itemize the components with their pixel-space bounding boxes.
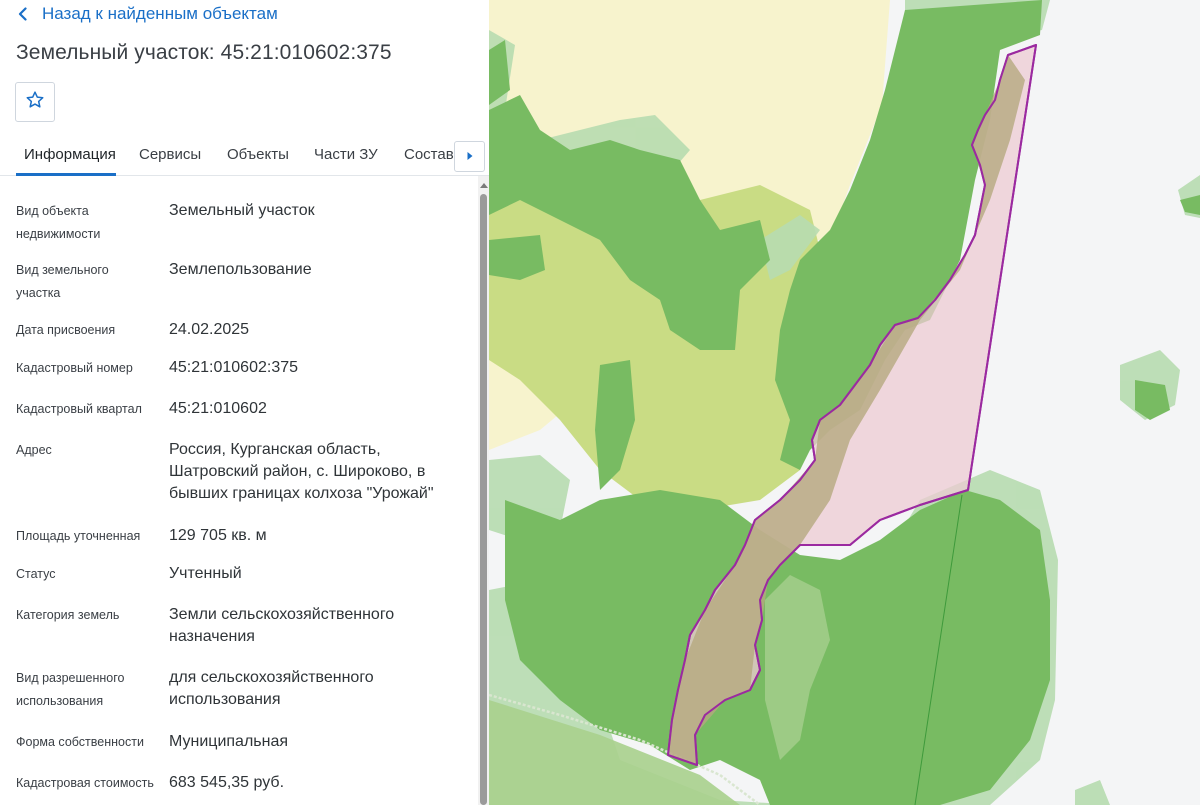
field-value: Муниципальная: [169, 733, 289, 750]
field-label: Площадь уточненная: [16, 529, 141, 543]
field-value: 24.02.2025: [169, 321, 250, 338]
chevron-left-icon: [16, 7, 30, 21]
info-panel: Назад к найденным объектам Земельный уча…: [0, 0, 489, 805]
field-label: Кадастровый номер: [16, 361, 133, 375]
field-label: Категория земель: [16, 608, 120, 622]
favorite-button[interactable]: [15, 82, 55, 122]
tab-composition[interactable]: Состав: [404, 146, 454, 163]
field-label: Форма собственности: [16, 735, 144, 749]
tab-bar: Информация Сервисы Объекты Части ЗУ Сост…: [0, 134, 489, 176]
field-value: Земельный участок: [169, 202, 315, 219]
field-value: Земли сельскохозяйственного назначения: [169, 606, 395, 645]
tabs-next-button[interactable]: [454, 141, 485, 172]
field-value: для сельскохозяйственного использования: [169, 669, 374, 708]
tab-info[interactable]: Информация: [24, 146, 116, 163]
field-label: Вид земельного участка: [16, 263, 109, 300]
tab-services[interactable]: Сервисы: [139, 146, 201, 163]
field-value: Россия, Курганская область, Шатровский р…: [169, 441, 434, 502]
field-label: Дата присвоения: [16, 323, 116, 337]
field-label: Вид объекта недвижимости: [16, 204, 101, 241]
field-label: Вид разрешенного использования: [16, 671, 125, 708]
back-link[interactable]: Назад к найденным объектам: [16, 3, 278, 25]
scroll-up-arrow-icon[interactable]: [478, 178, 489, 192]
back-link-label: Назад к найденным объектам: [42, 4, 278, 23]
field-label: Кадастровый квартал: [16, 402, 142, 416]
field-value: 129 705 кв. м: [169, 527, 267, 544]
page-title: Земельный участок: 45:21:010602:375: [16, 41, 392, 64]
caret-right-icon: [466, 148, 474, 166]
field-value: Учтенный: [169, 565, 242, 582]
tab-parts[interactable]: Части ЗУ: [314, 146, 378, 163]
map-view[interactable]: [489, 0, 1200, 805]
field-value: 45:21:010602:375: [169, 359, 299, 376]
tab-objects[interactable]: Объекты: [227, 146, 289, 163]
star-icon: [25, 90, 45, 115]
field-value: 683 545,35 руб.: [169, 774, 285, 791]
field-value: 45:21:010602: [169, 400, 267, 417]
field-label: Статус: [16, 567, 56, 581]
active-tab-indicator: [16, 173, 116, 176]
field-label: Адрес: [16, 443, 52, 457]
field-value: Землепользование: [169, 261, 312, 278]
map-canvas[interactable]: [489, 0, 1200, 805]
field-label: Кадастровая стоимость: [16, 776, 154, 790]
scrollbar-thumb[interactable]: [480, 194, 487, 805]
